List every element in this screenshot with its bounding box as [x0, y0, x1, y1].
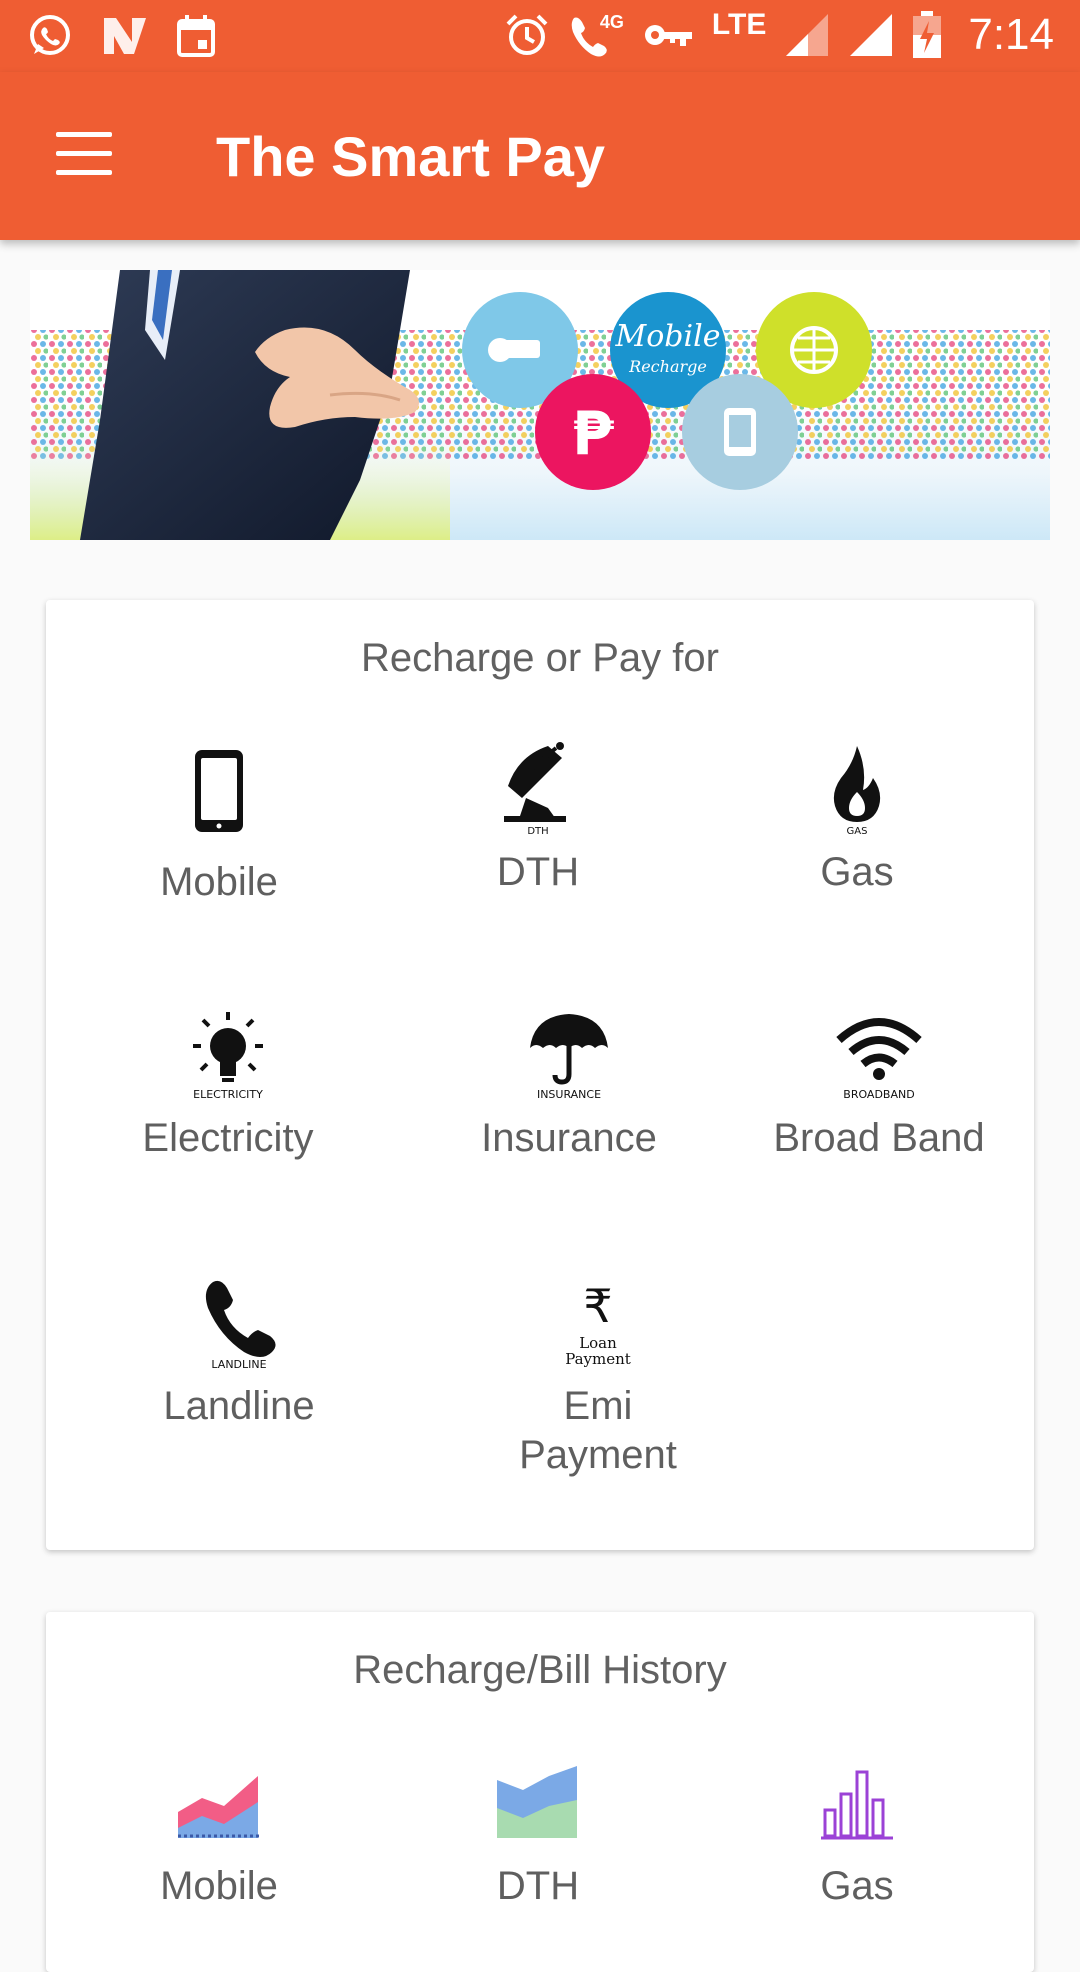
bar-chart-icon — [821, 1770, 893, 1840]
recharge-item-label: Mobile — [160, 860, 278, 904]
recharge-item-dth[interactable]: DTH DTH — [388, 742, 688, 897]
recharge-card-title: Recharge or Pay for — [361, 636, 719, 680]
signal-icon — [786, 14, 829, 56]
icon-caption: GAS — [847, 826, 868, 836]
recharge-item-broadband[interactable]: BROADBAND Broad Band — [729, 1010, 1029, 1163]
history-card: Recharge/Bill History Mobile DTH Gas — [46, 1612, 1034, 1972]
icon-caption: INSURANCE — [537, 1088, 601, 1101]
label-line-2: Payment — [519, 1433, 677, 1477]
icon-caption: ELECTRICITY — [193, 1088, 263, 1101]
status-bar: 4G LTE 7:14 — [0, 0, 1080, 72]
icon-caption: DTH — [527, 826, 548, 836]
icon-caption: BROADBAND — [843, 1088, 914, 1101]
battery-icon — [913, 11, 942, 58]
whatsapp-icon — [30, 15, 70, 55]
calendar-icon — [177, 15, 215, 57]
recharge-card: Recharge or Pay for Mobile DTH DTH GAS G… — [46, 600, 1034, 1550]
recharge-item-label: Emi Payment — [448, 1382, 748, 1480]
recharge-item-emi-payment[interactable]: ₹ Loan Payment Emi Payment — [448, 1278, 748, 1480]
telephone-icon: LANDLINE — [205, 1280, 276, 1370]
banner-bubble-subtitle: Recharge — [628, 357, 707, 376]
area-chart-icon — [178, 1776, 260, 1838]
app-bar: The Smart Pay — [0, 72, 1080, 240]
network-type: LTE — [711, 8, 767, 41]
vpn-key-icon — [644, 25, 692, 46]
recharge-item-label: Landline — [163, 1384, 315, 1428]
recharge-item-landline[interactable]: LANDLINE Landline — [89, 1278, 389, 1431]
satellite-dish-icon: DTH — [504, 742, 566, 836]
hamburger-menu-icon[interactable] — [56, 132, 112, 176]
history-card-title: Recharge/Bill History — [353, 1648, 727, 1692]
rupee-symbol: ₹ — [583, 1279, 612, 1333]
signal-icon — [850, 14, 893, 56]
label-line-1: Emi — [563, 1384, 633, 1428]
mobile-phone-icon — [195, 750, 243, 832]
status-bar-left — [26, 12, 216, 60]
recharge-item-gas[interactable]: GAS Gas — [707, 742, 1007, 897]
recharge-item-label: Gas — [820, 850, 894, 894]
clock: 7:14 — [968, 10, 1054, 59]
wifi-icon: BROADBAND — [836, 1018, 922, 1101]
promo-banner[interactable]: Mobile Recharge ₱ — [30, 270, 1050, 540]
recharge-item-label: Electricity — [142, 1116, 314, 1160]
history-item-gas[interactable]: Gas — [707, 1762, 1007, 1911]
recharge-item-electricity[interactable]: ELECTRICITY Electricity — [78, 1010, 378, 1163]
banner-bubble-title: Mobile — [615, 319, 721, 354]
banner-artwork: Mobile Recharge ₱ — [30, 270, 1050, 540]
history-item-mobile[interactable]: Mobile — [69, 1762, 369, 1911]
flame-icon: GAS — [833, 746, 881, 836]
history-item-label: Gas — [820, 1864, 894, 1908]
n-app-icon — [104, 18, 146, 54]
volte-call-icon: 4G — [568, 12, 624, 58]
alarm-icon — [506, 14, 548, 55]
history-item-label: Mobile — [160, 1864, 278, 1908]
recharge-item-mobile[interactable]: Mobile — [69, 748, 369, 907]
recharge-item-label: Broad Band — [773, 1116, 985, 1160]
area-chart-icon — [497, 1766, 577, 1838]
icon-caption: LANDLINE — [211, 1358, 266, 1370]
light-bulb-icon: ELECTRICITY — [193, 1012, 263, 1101]
call-badge: 4G — [599, 12, 624, 32]
icon-caption: Payment — [565, 1350, 631, 1368]
recharge-item-insurance[interactable]: INSURANCE Insurance — [419, 1010, 719, 1163]
recharge-item-label: DTH — [496, 850, 580, 894]
rupee-icon: ₹ Loan Payment — [565, 1279, 631, 1368]
history-item-dth[interactable]: DTH — [388, 1762, 688, 1911]
history-item-label: DTH — [496, 1864, 580, 1908]
recharge-item-label: Insurance — [481, 1116, 657, 1160]
banner-currency-symbol: ₱ — [572, 399, 614, 469]
umbrella-icon: INSURANCE — [530, 1014, 608, 1101]
status-bar-right: 4G LTE 7:14 — [504, 8, 1054, 60]
app-title: The Smart Pay — [216, 125, 606, 188]
